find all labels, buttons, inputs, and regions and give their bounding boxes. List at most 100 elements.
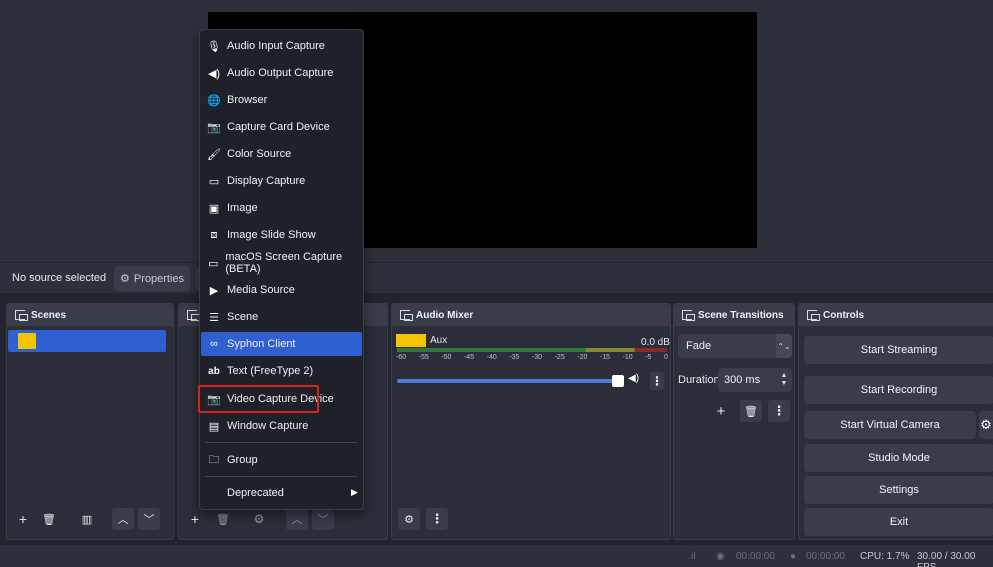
kebab-icon: ⋮ <box>430 511 444 526</box>
aux-level-db: 0.0 dB <box>641 337 670 348</box>
transition-menu-button[interactable]: ⋮ <box>768 400 790 422</box>
start-streaming-button[interactable]: Start Streaming <box>804 336 993 364</box>
signal-bars-icon: .ıl <box>688 551 696 562</box>
meter-scale: -60 -55 -50 -45 -40 -35 -30 -25 -20 -15 … <box>396 354 668 361</box>
kebab-icon: ⋮ <box>651 374 663 388</box>
aux-track-color <box>396 334 426 347</box>
menu-item-label: Deprecated <box>227 487 284 499</box>
menu-item-text-freetype[interactable]: ab Text (FreeType 2) <box>201 359 362 383</box>
menu-item-group[interactable]: 🗀 Group <box>201 448 362 472</box>
menu-item-label: Display Capture <box>227 175 306 187</box>
mixer-menu-button[interactable]: ⋮ <box>426 508 448 530</box>
source-properties-button[interactable]: ⚙ <box>248 508 270 530</box>
menu-item-label: Image <box>227 202 258 214</box>
add-transition-button[interactable]: + <box>710 400 732 422</box>
menu-item-label: Image Slide Show <box>227 229 316 241</box>
menu-item-window-capture[interactable]: ▤ Window Capture <box>201 414 362 438</box>
dock-undock-icon <box>15 310 28 321</box>
brush-icon: 🖌 <box>207 148 221 161</box>
spin-arrows-icon[interactable]: ▲ ▼ <box>776 368 792 392</box>
move-scene-up-button[interactable]: ︿ <box>112 508 134 530</box>
menu-item-browser[interactable]: 🌐 Browser <box>201 88 362 112</box>
list-icon: ☰ <box>209 311 219 324</box>
volume-slider-track[interactable] <box>397 379 615 383</box>
scene-filters-button[interactable]: ▥ <box>76 508 98 530</box>
gears-icon: ⚙ <box>404 513 414 526</box>
duration-label: Duration <box>678 374 720 386</box>
menu-item-audio-output-capture[interactable]: ◀) Audio Output Capture <box>201 61 362 85</box>
controls-header: Controls <box>799 304 993 326</box>
mixer-track-menu-button[interactable]: ⋮ <box>650 372 664 390</box>
move-scene-down-button[interactable]: ﹀ <box>138 508 160 530</box>
duration-spinbox[interactable]: 300 ms ▲ ▼ <box>718 368 792 392</box>
speaker-icon: ◀) <box>207 67 221 80</box>
scene-transitions-title: Scene Transitions <box>698 309 784 321</box>
dock-undock-icon <box>187 310 200 321</box>
menu-item-capture-card-device[interactable]: 📷 Capture Card Device <box>201 115 362 139</box>
menu-separator <box>205 476 357 477</box>
chevron-up-icon: ︿ <box>291 514 303 526</box>
window-icon: ▤ <box>208 420 220 433</box>
meter-tick: -35 <box>509 354 520 361</box>
menu-item-audio-input-capture[interactable]: 🎙 Audio Input Capture <box>201 34 362 58</box>
record-status-icon: ● <box>790 551 797 562</box>
record-time: 00:00:00 <box>806 551 845 562</box>
meter-tick: -25 <box>554 354 565 361</box>
text-icon: ab <box>208 365 220 377</box>
no-source-label: No source selected <box>12 272 107 284</box>
start-virtual-camera-button[interactable]: Start Virtual Camera <box>804 411 976 439</box>
scenes-title: Scenes <box>31 309 67 321</box>
image-icon: ▣ <box>208 202 220 215</box>
add-scene-button[interactable]: + <box>12 508 34 530</box>
chevron-up-icon: ︿ <box>117 514 129 526</box>
meter-tick: -40 <box>486 354 497 361</box>
menu-item-image[interactable]: ▣ Image <box>201 196 362 220</box>
meter-tick: -10 <box>622 354 633 361</box>
menu-item-image-slide-show[interactable]: ⧈ Image Slide Show <box>201 223 362 247</box>
camera-icon: 📷 <box>207 121 221 134</box>
exit-button[interactable]: Exit <box>804 508 993 536</box>
meter-tick: -55 <box>418 354 429 361</box>
menu-item-label: Group <box>227 454 258 466</box>
add-source-button[interactable]: + <box>184 508 206 530</box>
speaker-icon[interactable]: ◀) <box>628 373 639 384</box>
remove-transition-button[interactable]: 🗑 <box>740 400 762 422</box>
menu-item-media-source[interactable]: ▶ Media Source <box>201 278 362 302</box>
globe-icon: 🌐 <box>207 94 221 107</box>
menu-item-label: Scene <box>227 311 259 323</box>
menu-item-syphon-client[interactable]: ∞ Syphon Client <box>201 332 362 356</box>
advanced-audio-button[interactable]: ⚙ <box>398 508 420 530</box>
menu-item-scene[interactable]: ☰ Scene <box>201 305 362 329</box>
audio-level-meter <box>397 348 667 352</box>
menu-item-color-source[interactable]: 🖌 Color Source <box>201 142 362 166</box>
studio-mode-button[interactable]: Studio Mode <box>804 444 993 472</box>
meter-tick: 0 <box>663 354 668 361</box>
meter-tick: -20 <box>577 354 588 361</box>
trash-icon: 🗑 <box>744 405 758 418</box>
scenes-dock-header: Scenes <box>7 304 173 326</box>
transition-selected-value: Fade <box>686 340 712 352</box>
transition-select[interactable]: Fade ⌃⌄ <box>678 334 792 358</box>
annotation-highlight-box <box>198 385 319 413</box>
trash-icon: 🗑 <box>216 513 230 526</box>
properties-button[interactable]: ⚙ Properties <box>114 266 190 291</box>
menu-item-label: Media Source <box>227 284 295 296</box>
volume-slider-handle[interactable] <box>612 375 624 387</box>
chevron-down-icon: ﹀ <box>143 514 155 526</box>
settings-button[interactable]: Settings <box>804 476 993 504</box>
move-source-up-button[interactable]: ︿ <box>286 508 308 530</box>
menu-item-macos-screen-capture[interactable]: ▭ macOS Screen Capture (BETA) <box>201 251 362 275</box>
syphon-icon: ∞ <box>210 338 218 350</box>
menu-item-deprecated[interactable]: Deprecated <box>201 481 362 505</box>
remove-source-button[interactable]: 🗑 <box>212 508 234 530</box>
menu-item-label: Audio Output Capture <box>227 67 334 79</box>
start-recording-button[interactable]: Start Recording <box>804 376 993 404</box>
duration-value: 300 ms <box>724 374 761 386</box>
virtual-camera-settings-button[interactable]: ⚙ <box>979 411 993 439</box>
play-icon: ▶ <box>209 284 219 297</box>
meter-tick: -60 <box>396 354 407 361</box>
remove-scene-button[interactable]: 🗑 <box>38 508 60 530</box>
move-source-down-button[interactable]: ﹀ <box>312 508 334 530</box>
menu-item-label: Syphon Client <box>227 338 296 350</box>
menu-item-display-capture[interactable]: ▭ Display Capture <box>201 169 362 193</box>
